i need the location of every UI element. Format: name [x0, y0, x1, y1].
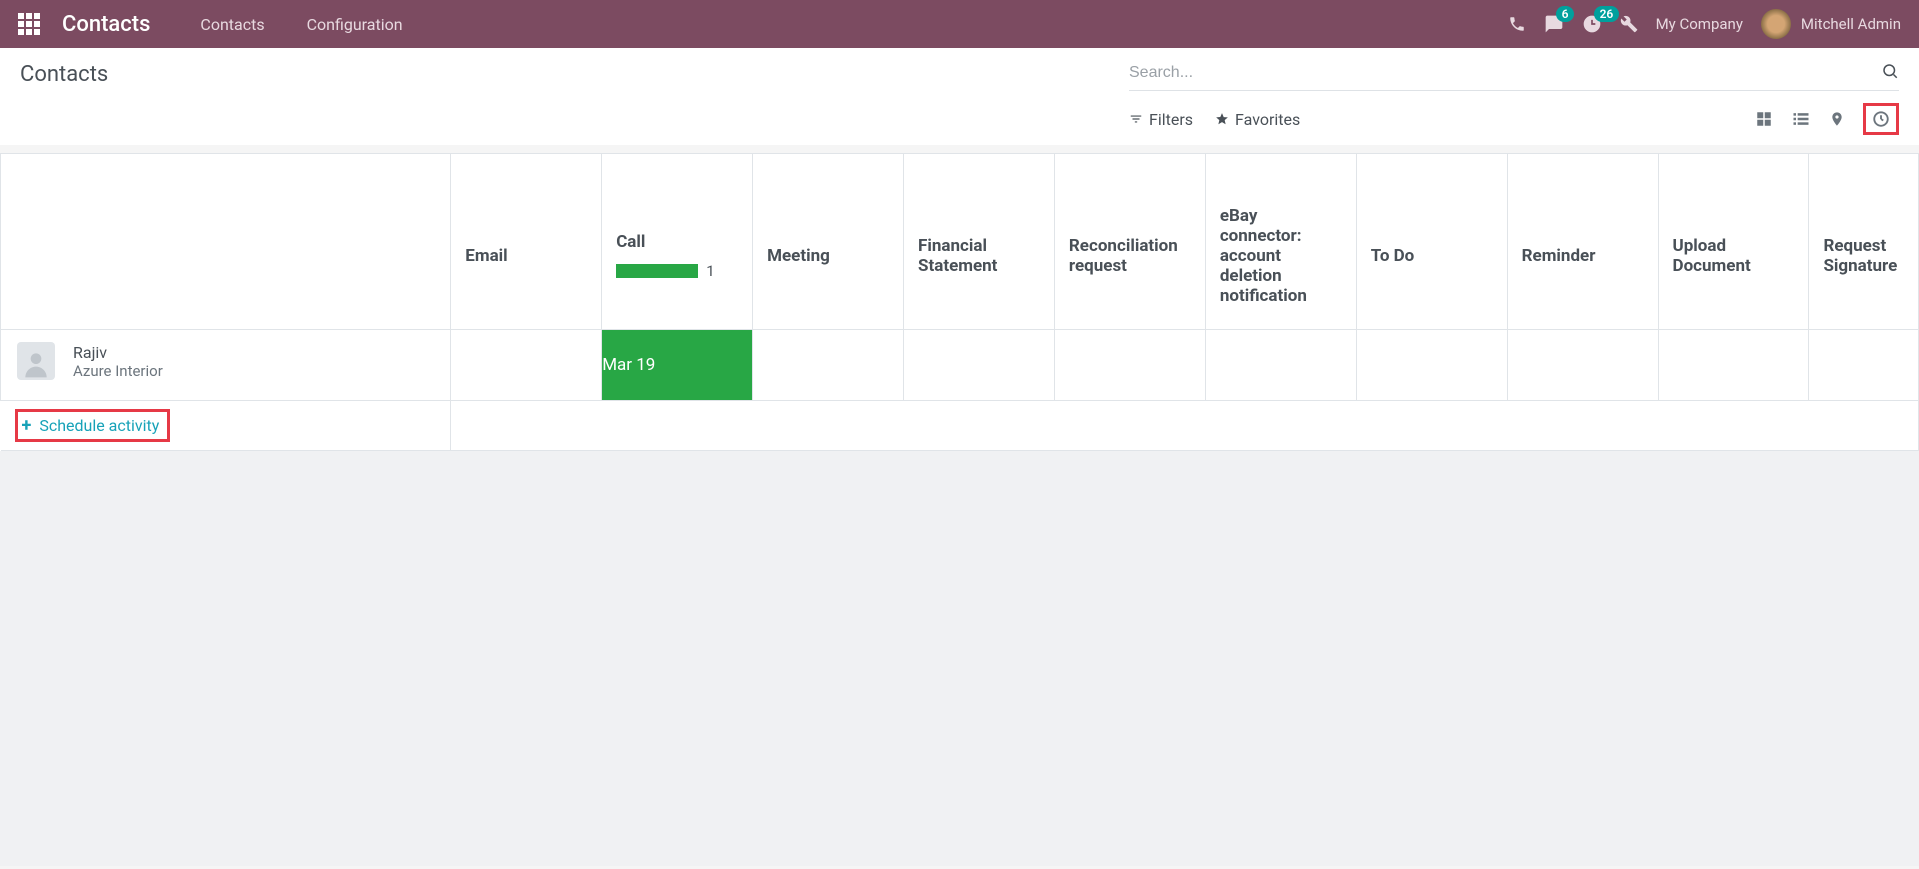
column-header-contact — [1, 154, 451, 330]
app-title[interactable]: Contacts — [62, 12, 150, 37]
favorites-button[interactable]: Favorites — [1215, 110, 1300, 129]
navbar-right: 6 26 My Company Mitchell Admin — [1508, 9, 1901, 39]
activity-view: Email Call 1 Meeting Financial Statement… — [0, 153, 1919, 451]
user-name: Mitchell Admin — [1801, 15, 1901, 33]
page-title: Contacts — [20, 62, 108, 87]
activity-cell-email[interactable] — [451, 330, 602, 401]
settings-icon[interactable] — [1620, 15, 1638, 33]
schedule-row: + Schedule activity — [1, 401, 1919, 451]
messages-badge: 6 — [1556, 6, 1575, 22]
company-selector[interactable]: My Company — [1656, 15, 1743, 33]
activity-cell-upload[interactable] — [1658, 330, 1809, 401]
column-header-upload: Upload Document — [1658, 154, 1809, 330]
nav-link-configuration[interactable]: Configuration — [297, 15, 413, 34]
empty-space — [0, 451, 1919, 866]
schedule-cell: + Schedule activity — [1, 401, 451, 451]
column-header-ebay: eBay connector: account deletion notific… — [1205, 154, 1356, 330]
activity-cell-meeting[interactable] — [753, 330, 904, 401]
filter-row: Filters Favorites — [1129, 103, 1899, 135]
map-view-button[interactable] — [1829, 110, 1845, 128]
list-view-button[interactable] — [1791, 109, 1811, 129]
kanban-view-button[interactable] — [1755, 110, 1773, 128]
star-icon — [1215, 112, 1229, 126]
contact-info: Rajiv Azure Interior — [73, 343, 163, 380]
user-avatar — [1761, 9, 1791, 39]
activity-view-button[interactable] — [1863, 103, 1899, 135]
activity-cell-financial[interactable] — [904, 330, 1055, 401]
column-header-call: Call 1 — [602, 154, 753, 330]
user-menu[interactable]: Mitchell Admin — [1761, 9, 1901, 39]
navbar-left: Contacts Contacts Configuration — [18, 12, 413, 37]
schedule-label: Schedule activity — [39, 416, 159, 435]
messages-icon[interactable]: 6 — [1544, 14, 1564, 34]
search-input[interactable] — [1129, 64, 1881, 82]
progress-bar-icon — [616, 264, 698, 278]
control-panel: Contacts Filters Favorites — [0, 48, 1919, 145]
column-header-financial: Financial Statement — [904, 154, 1055, 330]
table-header-row: Email Call 1 Meeting Financial Statement… — [1, 154, 1919, 330]
search-icon[interactable] — [1881, 62, 1899, 84]
column-header-signature: Request Signature — [1809, 154, 1919, 330]
activity-cell-todo[interactable] — [1356, 330, 1507, 401]
table-row: Rajiv Azure Interior Mar 19 — [1, 330, 1919, 401]
plus-icon: + — [22, 415, 32, 436]
activities-badge: 26 — [1594, 6, 1620, 22]
activity-cell-call[interactable]: Mar 19 — [602, 330, 753, 401]
contact-company: Azure Interior — [73, 362, 163, 380]
apps-menu-icon[interactable] — [18, 13, 40, 35]
activity-cell-ebay[interactable] — [1205, 330, 1356, 401]
filters-button[interactable]: Filters — [1129, 110, 1193, 129]
schedule-empty — [451, 401, 1919, 451]
nav-link-contacts[interactable]: Contacts — [190, 15, 274, 34]
view-switcher — [1755, 103, 1899, 135]
activities-icon[interactable]: 26 — [1582, 14, 1602, 34]
column-header-email: Email — [451, 154, 602, 330]
contact-avatar-icon — [17, 342, 55, 380]
call-count: 1 — [706, 262, 714, 280]
activity-cell-signature[interactable] — [1809, 330, 1919, 401]
activity-cell-reminder[interactable] — [1507, 330, 1658, 401]
filters-label: Filters — [1149, 110, 1193, 129]
column-header-reminder: Reminder — [1507, 154, 1658, 330]
schedule-activity-button[interactable]: + Schedule activity — [15, 409, 171, 442]
phone-icon[interactable] — [1508, 15, 1526, 33]
main-navbar: Contacts Contacts Configuration 6 26 My … — [0, 0, 1919, 48]
column-header-reconciliation: Reconciliation request — [1054, 154, 1205, 330]
column-header-meeting: Meeting — [753, 154, 904, 330]
search-row — [1129, 62, 1899, 91]
search-area: Filters Favorites — [1129, 62, 1899, 135]
filter-icon — [1129, 112, 1143, 126]
favorites-label: Favorites — [1235, 110, 1300, 129]
call-progress: 1 — [616, 262, 738, 280]
contact-name: Rajiv — [73, 343, 163, 362]
activity-table: Email Call 1 Meeting Financial Statement… — [0, 153, 1919, 451]
activity-cell-reconciliation[interactable] — [1054, 330, 1205, 401]
contact-cell[interactable]: Rajiv Azure Interior — [1, 330, 451, 401]
column-header-todo: To Do — [1356, 154, 1507, 330]
